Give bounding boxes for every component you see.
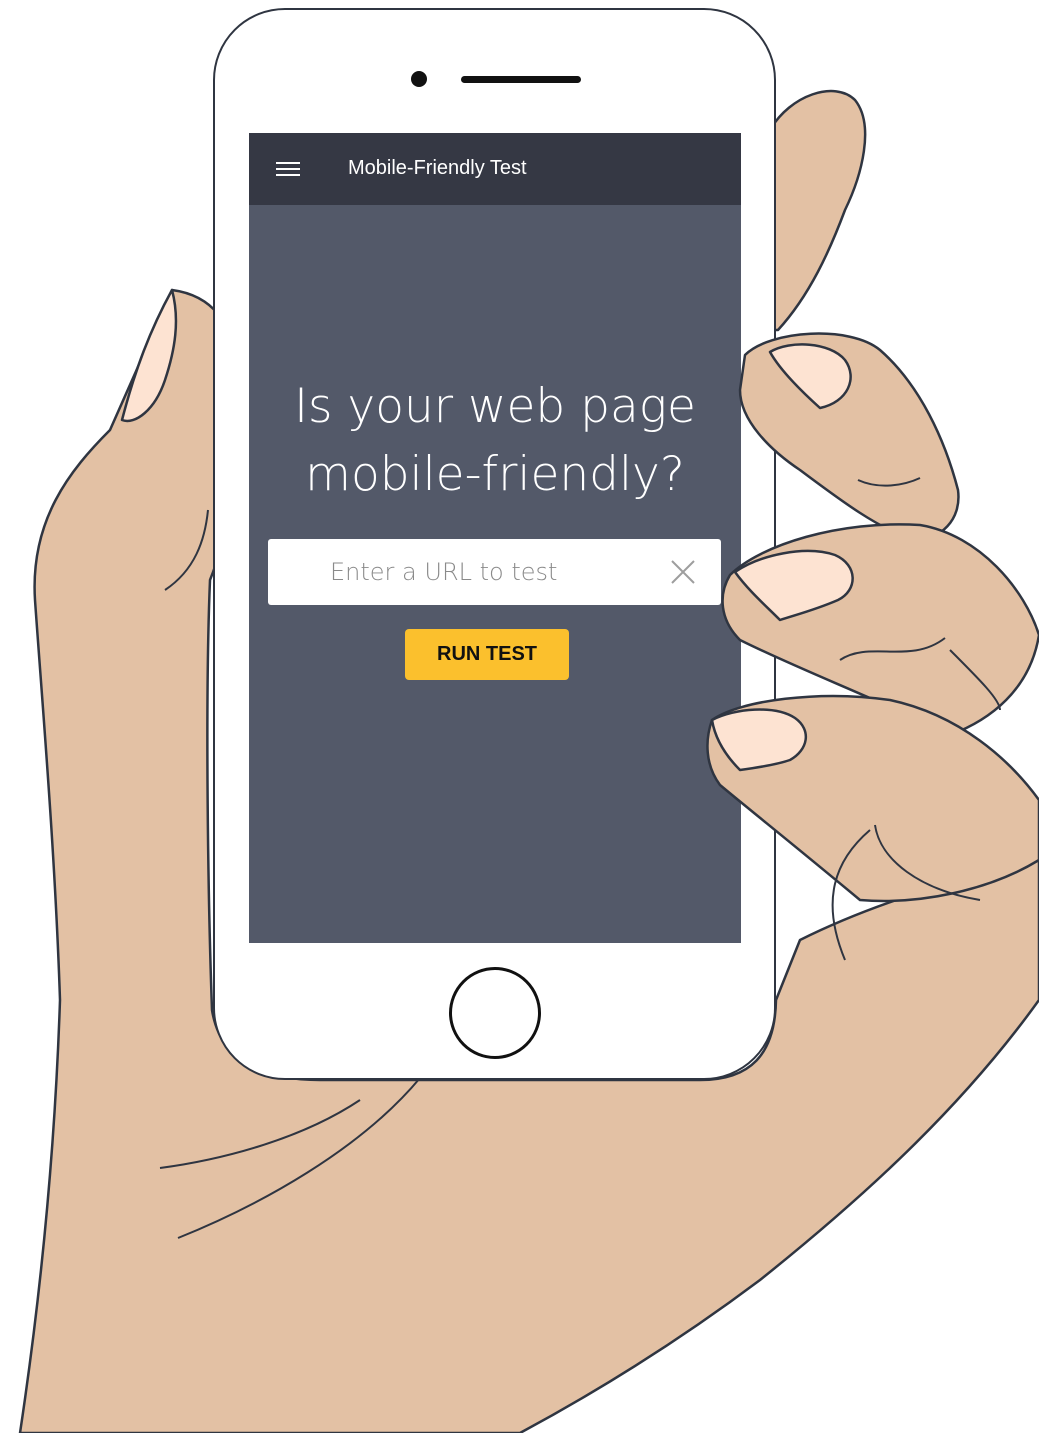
app-screen: Mobile-Friendly Test Is your web page mo… (249, 133, 741, 943)
speaker-grille (461, 76, 581, 83)
close-icon[interactable] (670, 559, 696, 585)
url-field-container (268, 539, 721, 605)
headline-line-1: Is your web page (294, 379, 696, 434)
illustration-stage: Mobile-Friendly Test Is your web page mo… (0, 0, 1039, 1433)
menu-icon-bar (276, 174, 300, 176)
hamburger-menu-icon[interactable] (276, 161, 300, 179)
run-test-button[interactable]: RUN TEST (405, 629, 569, 680)
page-headline: Is your web page mobile-friendly? (249, 373, 741, 509)
app-toolbar: Mobile-Friendly Test (249, 133, 741, 205)
headline-line-2: mobile-friendly? (305, 447, 685, 502)
menu-icon-bar (276, 168, 300, 170)
url-input[interactable] (330, 539, 650, 605)
index-finger (768, 89, 867, 332)
home-button[interactable] (449, 967, 541, 1059)
menu-icon-bar (276, 162, 300, 164)
app-title: Mobile-Friendly Test (348, 157, 527, 179)
camera-icon (411, 71, 427, 87)
